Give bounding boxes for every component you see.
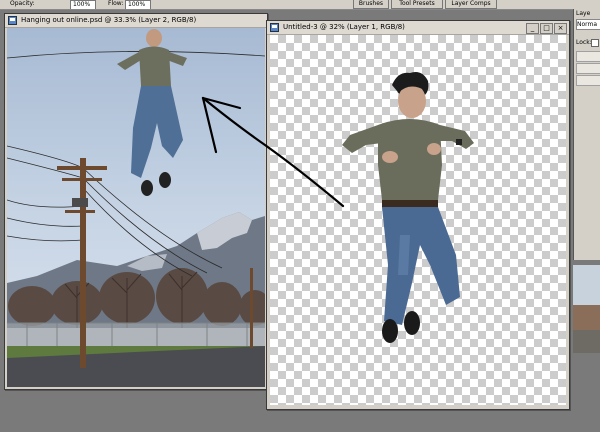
layer-row[interactable] bbox=[576, 51, 600, 62]
layers-panel-title: Laye bbox=[576, 10, 591, 17]
tab-tool-presets[interactable]: Tool Presets bbox=[391, 0, 443, 9]
opacity-field[interactable]: 100% bbox=[70, 0, 96, 9]
document-title: Untitled-3 @ 32% (Layer 1, RGB/8) bbox=[283, 23, 405, 31]
flow-label: Flow: bbox=[108, 0, 124, 7]
fence bbox=[7, 323, 265, 347]
document-window-hanging-out[interactable]: Hanging out online.psd @ 33.3% (Layer 2,… bbox=[4, 13, 268, 390]
flow-field[interactable]: 100% bbox=[125, 0, 151, 9]
photo-scene bbox=[7, 28, 265, 387]
document-titlebar[interactable]: Hanging out online.psd @ 33.3% (Layer 2,… bbox=[5, 14, 267, 28]
document-window-untitled-3[interactable]: Untitled-3 @ 32% (Layer 1, RGB/8) _ □ × bbox=[266, 20, 570, 410]
jumping-man-cutout bbox=[342, 72, 474, 343]
background-photo-edge bbox=[573, 265, 600, 353]
tab-brushes[interactable]: Brushes bbox=[353, 0, 389, 9]
transparent-canvas[interactable] bbox=[270, 35, 566, 405]
layer-row[interactable] bbox=[576, 63, 600, 74]
layers-panel: Laye Norma Lock: bbox=[573, 9, 600, 260]
close-icon[interactable]: × bbox=[554, 23, 567, 34]
document-titlebar[interactable]: Untitled-3 @ 32% (Layer 1, RGB/8) _ □ × bbox=[267, 21, 569, 35]
layer-row[interactable] bbox=[576, 75, 600, 86]
lock-checkbox[interactable] bbox=[591, 39, 599, 47]
background-document-edge bbox=[573, 265, 600, 353]
photo-canvas[interactable] bbox=[7, 28, 265, 387]
document-icon bbox=[8, 16, 17, 25]
options-bar: Opacity: 100% Flow: 100% Brushes Tool Pr… bbox=[0, 0, 600, 10]
cutout-layer bbox=[342, 72, 474, 343]
maximize-icon[interactable]: □ bbox=[540, 23, 553, 34]
tab-layer-comps[interactable]: Layer Comps bbox=[445, 0, 497, 9]
panel-well: Brushes Tool Presets Layer Comps bbox=[337, 0, 575, 9]
lock-label: Lock: bbox=[576, 39, 592, 46]
document-icon bbox=[270, 23, 279, 32]
document-title: Hanging out online.psd @ 33.3% (Layer 2,… bbox=[21, 16, 197, 24]
blend-mode-select[interactable]: Norma bbox=[576, 19, 600, 30]
minimize-icon[interactable]: _ bbox=[526, 23, 539, 34]
opacity-label: Opacity: bbox=[10, 0, 35, 7]
